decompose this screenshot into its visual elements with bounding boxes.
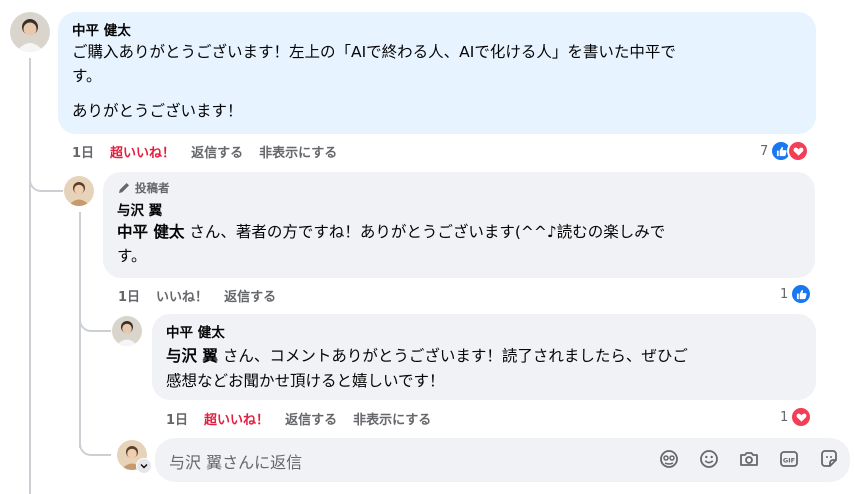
reaction-summary[interactable]: 1: [780, 406, 813, 428]
comment-time[interactable]: 1日: [72, 142, 94, 161]
reply-input-placeholder: 与沢 翼さんに返信: [169, 453, 303, 472]
reply-button[interactable]: 返信する: [191, 142, 243, 161]
reply-input[interactable]: 与沢 翼さんに返信 GIF: [155, 438, 850, 482]
thumbs-up-icon: [790, 283, 813, 305]
gif-icon[interactable]: GIF: [778, 448, 800, 470]
reaction-summary[interactable]: 1: [780, 283, 813, 305]
reply-text-line2: す。: [117, 247, 147, 265]
reply-text-line1: 与沢 翼 さん、コメントありがとうございます！読了されましたら、ぜひご: [166, 344, 688, 368]
reaction-count: 1: [780, 286, 789, 302]
comment-author[interactable]: 中平 健太: [72, 22, 131, 40]
avatar-sticker-icon[interactable]: [658, 448, 680, 470]
thread-line-main: [29, 58, 31, 494]
heart-icon: [787, 140, 810, 162]
reply-text: さん、著者の方ですね！ありがとうございます(^^♪読むの楽しみで: [184, 223, 666, 241]
comment-bubble: 中平 健太 ご購入ありがとうございます！左上の「AIで終わる人、AIで化ける人」…: [58, 12, 816, 134]
like-button[interactable]: いいね！: [156, 286, 208, 305]
camera-icon[interactable]: [738, 448, 760, 470]
reply-bubble: 中平 健太 与沢 翼 さん、コメントありがとうございます！読了されましたら、ぜひ…: [152, 314, 816, 400]
super-like-button[interactable]: 超いいね！: [204, 409, 269, 428]
mention-link[interactable]: 中平 健太: [117, 223, 184, 241]
reply-bubble: 投稿者 与沢 翼 中平 健太 さん、著者の方ですね！ありがとうございます(^^♪…: [103, 172, 815, 278]
reply-button[interactable]: 返信する: [224, 286, 276, 305]
thread-elbow-composer: [79, 420, 111, 456]
thread-elbow-reply1: [29, 160, 63, 192]
avatar[interactable]: [10, 12, 50, 52]
reaction-count: 7: [760, 143, 769, 159]
avatar[interactable]: [64, 176, 94, 206]
emoji-icon[interactable]: [698, 448, 720, 470]
heart-icon: [790, 406, 813, 428]
reply-time[interactable]: 1日: [118, 286, 140, 305]
super-like-button[interactable]: 超いいね！: [110, 142, 175, 161]
composer-tools: GIF: [658, 448, 840, 470]
avatar[interactable]: [112, 316, 142, 346]
reply-actions: 1日 いいね！ 返信する: [118, 286, 292, 305]
mention-link[interactable]: 与沢 翼: [166, 347, 218, 365]
reply-author[interactable]: 中平 健太: [166, 324, 225, 342]
reply-actions: 1日 超いいね！ 返信する 非表示にする: [166, 409, 447, 428]
author-badge: 投稿者: [117, 180, 170, 196]
thread-elbow-reply2: [79, 300, 111, 332]
hide-button[interactable]: 非表示にする: [353, 409, 431, 428]
comment-actions: 1日 超いいね！ 返信する 非表示にする: [72, 142, 353, 161]
reply-author[interactable]: 与沢 翼: [117, 202, 162, 220]
reply-text: さん、コメントありがとうございます！読了されましたら、ぜひご: [217, 347, 688, 365]
reply-button[interactable]: 返信する: [285, 409, 337, 428]
chevron-down-icon[interactable]: [136, 458, 152, 474]
reply-text-line2: 感想などお聞かせ頂けると嬉しいです！: [166, 372, 445, 390]
reply-text-line1: 中平 健太 さん、著者の方ですね！ありがとうございます(^^♪読むの楽しみで: [117, 220, 665, 244]
svg-text:GIF: GIF: [783, 456, 795, 464]
author-badge-label: 投稿者: [135, 181, 170, 195]
reaction-summary[interactable]: 7: [760, 140, 810, 162]
hide-button[interactable]: 非表示にする: [259, 142, 337, 161]
comment-text-line3: ありがとうございます！: [72, 102, 243, 120]
reply-time[interactable]: 1日: [166, 409, 188, 428]
thread-line-reply1: [79, 212, 81, 448]
sticker-icon[interactable]: [818, 448, 840, 470]
comment-text-line1: ご購入ありがとうございます！左上の「AIで終わる人、AIで化ける人」を書いた中平…: [72, 43, 676, 61]
pencil-icon: [119, 183, 129, 193]
reaction-count: 1: [780, 409, 789, 425]
comment-text-line2: す。: [72, 67, 102, 85]
